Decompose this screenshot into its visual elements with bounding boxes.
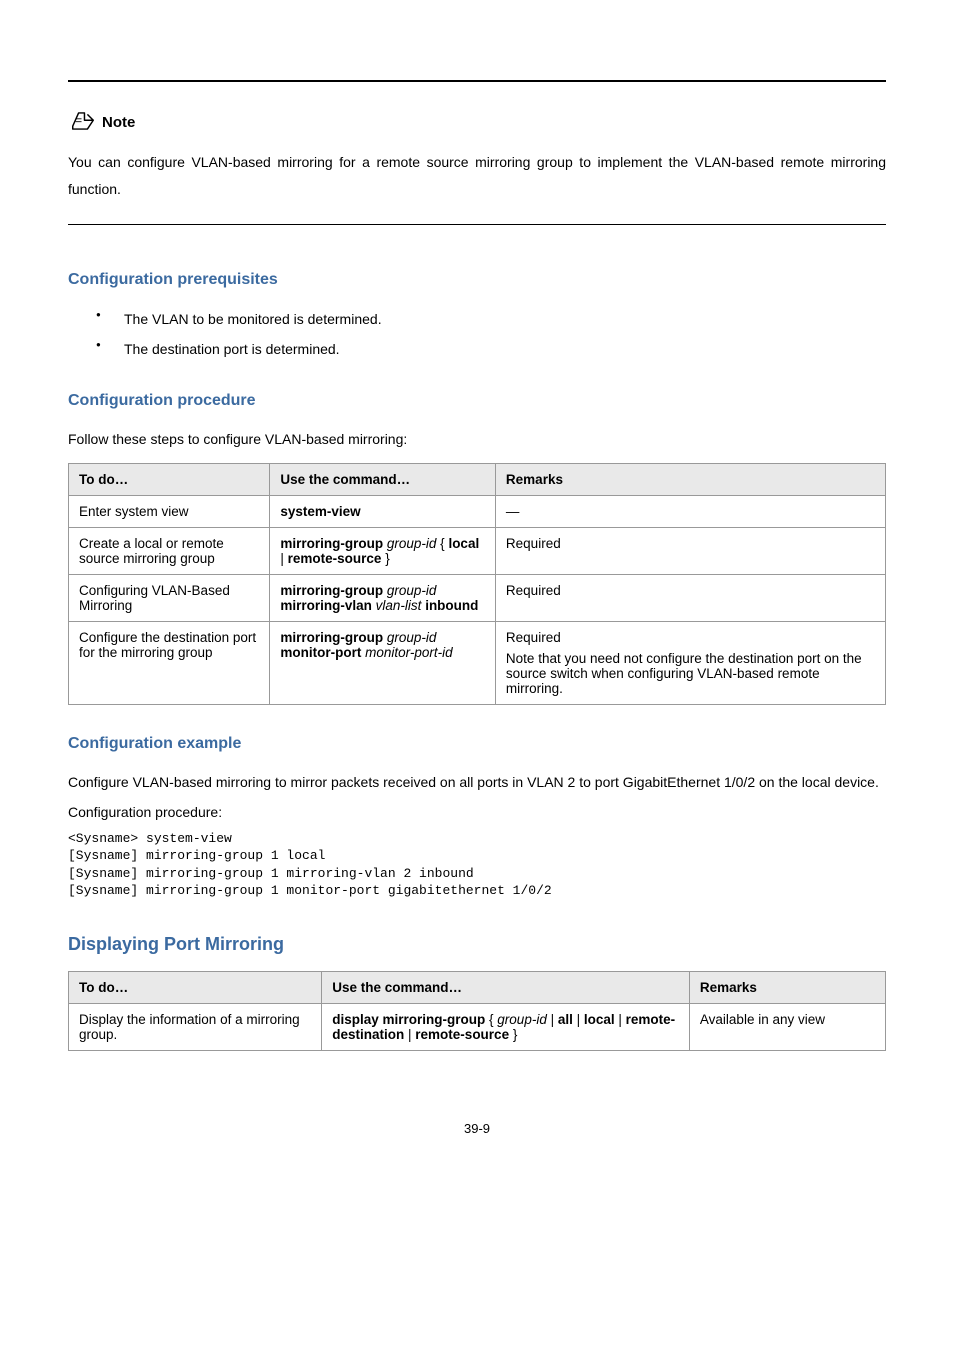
display-heading: Displaying Port Mirroring [68,934,886,955]
cell-todo: Enter system view [69,495,270,527]
proc-heading: Configuration procedure [68,392,886,410]
note-header: Note [68,110,886,135]
cmd-text: system-view [280,504,360,519]
cell-cmd: display mirroring-group { group-id | all… [322,1003,690,1050]
proc-table: To do… Use the command… Remarks Enter sy… [68,463,886,705]
col-remarks: Remarks [689,971,885,1003]
table-row: Create a local or remote source mirrorin… [69,527,886,574]
note-body: You can configure VLAN-based mirroring f… [68,149,886,202]
table-header-row: To do… Use the command… Remarks [69,971,886,1003]
prereq-heading: Configuration prerequisites [68,271,886,289]
top-rule [68,80,886,82]
col-cmd: Use the command… [322,971,690,1003]
list-item: The VLAN to be monitored is determined. [96,305,886,334]
table-row: Configuring VLAN-Based Mirroring mirrori… [69,574,886,621]
cell-cmd: mirroring-group group-id monitor-port mo… [270,621,496,704]
cell-rem: — [495,495,885,527]
table-header-row: To do… Use the command… Remarks [69,463,886,495]
cell-cmd: mirroring-group group-id { local | remot… [270,527,496,574]
proc-lead: Follow these steps to configure VLAN-bas… [68,426,886,453]
example-body: Configure VLAN-based mirroring to mirror… [68,769,886,796]
cell-todo: Configuring VLAN-Based Mirroring [69,574,270,621]
table-row: Enter system view system-view — [69,495,886,527]
col-todo: To do… [69,971,322,1003]
cell-rem: Required [495,574,885,621]
cell-todo: Display the information of a mirroring g… [69,1003,322,1050]
cfg-label: Configuration procedure: [68,799,886,826]
page-number: 39-9 [68,1121,886,1136]
col-todo: To do… [69,463,270,495]
code-block: <Sysname> system-view [Sysname] mirrorin… [68,830,886,900]
cell-rem: RequiredNote that you need not configure… [495,621,885,704]
prereq-list: The VLAN to be monitored is determined. … [96,305,886,364]
cell-rem: Available in any view [689,1003,885,1050]
note-label: Note [102,114,135,131]
cell-cmd: system-view [270,495,496,527]
note-icon [68,110,98,135]
list-item: The destination port is determined. [96,335,886,364]
cell-cmd: mirroring-group group-id mirroring-vlan … [270,574,496,621]
cell-rem: Required [495,527,885,574]
table-row: Configure the destination port for the m… [69,621,886,704]
bottom-rule [68,224,886,225]
cell-todo: Configure the destination port for the m… [69,621,270,704]
col-cmd: Use the command… [270,463,496,495]
col-remarks: Remarks [495,463,885,495]
table-row: Display the information of a mirroring g… [69,1003,886,1050]
example-heading: Configuration example [68,735,886,753]
cell-todo: Create a local or remote source mirrorin… [69,527,270,574]
display-table: To do… Use the command… Remarks Display … [68,971,886,1051]
